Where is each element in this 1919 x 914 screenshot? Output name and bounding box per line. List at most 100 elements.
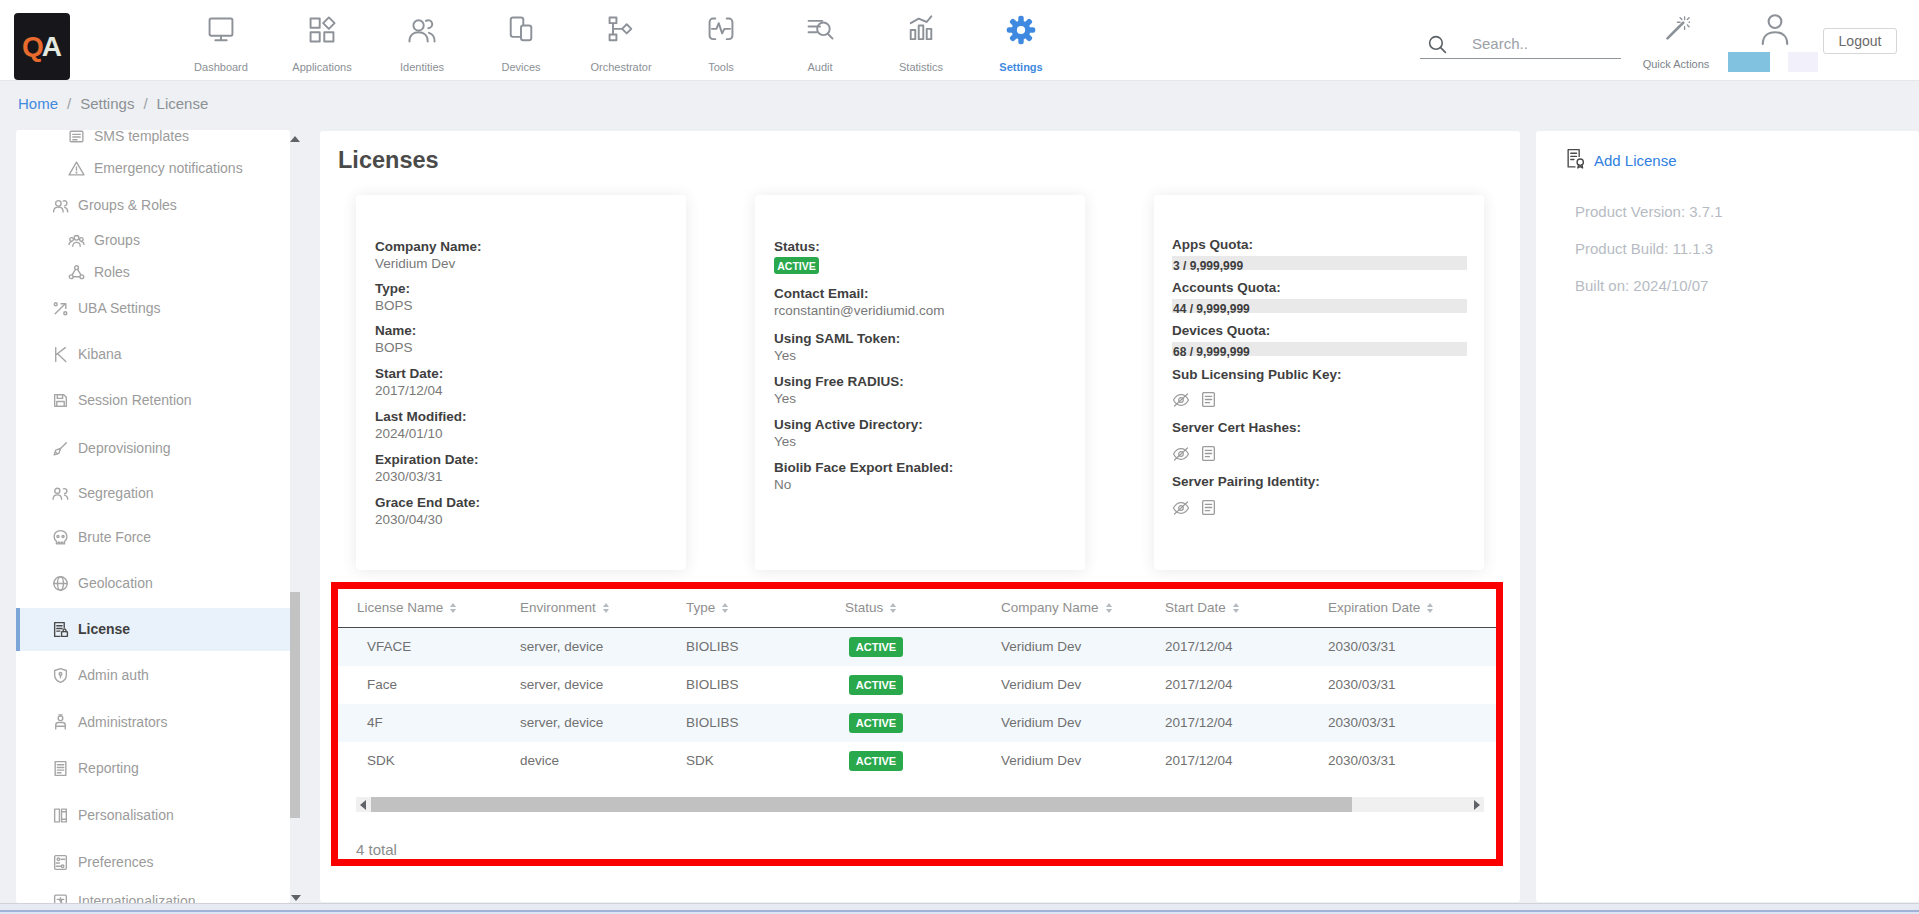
app-logo[interactable]: QA xyxy=(14,13,70,80)
breadcrumb: Home/Settings/License xyxy=(18,95,208,112)
field-label: Name: xyxy=(375,323,416,339)
internationalization-icon xyxy=(52,893,69,903)
skull-icon xyxy=(52,529,69,546)
breadcrumb-home[interactable]: Home xyxy=(18,95,58,112)
nav-item-tools[interactable]: Tools xyxy=(666,14,776,73)
sidebar-item-preferences[interactable]: Preferences xyxy=(16,847,290,877)
add-license-button[interactable]: Add License xyxy=(1566,148,1677,173)
field-value: 2030/04/30 xyxy=(375,512,480,528)
settings-gear-icon xyxy=(1005,14,1037,50)
field-label: Grace End Date: xyxy=(375,495,480,511)
status-badge: ACTIVE xyxy=(774,257,819,274)
report-icon xyxy=(52,760,69,777)
logout-button[interactable]: Logout xyxy=(1823,28,1897,54)
sidebar-item-emergency-notifications[interactable]: Emergency notifications xyxy=(16,153,290,183)
administrator-icon xyxy=(52,714,69,731)
nav-item-dashboard[interactable]: Dashboard xyxy=(166,14,276,73)
eye-slash-icon[interactable] xyxy=(1172,392,1190,412)
field-label: Last Modified: xyxy=(375,409,467,425)
field-label: Company Name: xyxy=(375,239,482,255)
sms-templates-icon xyxy=(68,130,85,145)
roles-icon xyxy=(68,264,85,281)
search-input[interactable]: Search.. xyxy=(1472,35,1528,52)
tools-icon xyxy=(705,14,737,50)
field-value: 2024/01/10 xyxy=(375,426,467,442)
apps-quota-bar: 3 / 9,999,999 xyxy=(1172,256,1467,270)
warning-triangle-icon xyxy=(68,160,85,177)
license-icon xyxy=(52,621,69,638)
kibana-icon xyxy=(52,346,69,363)
license-status-card: Status: ACTIVE Contact Email:rconstantin… xyxy=(755,195,1085,570)
sidebar-scroll-down-arrow[interactable] xyxy=(291,895,301,901)
nav-item-audit[interactable]: Audit xyxy=(765,14,875,73)
sidebar-item-license[interactable]: License xyxy=(16,608,290,651)
sidebar-item-segregation[interactable]: Segregation xyxy=(16,478,290,508)
nav-item-orchestrator[interactable]: Orchestrator xyxy=(566,14,676,73)
groups-roles-icon xyxy=(52,197,69,214)
sidebar-item-uba-settings[interactable]: UBA Settings xyxy=(16,293,290,323)
eye-slash-icon[interactable] xyxy=(1172,500,1190,520)
right-panel: Add License Product Version: 3.7.1 Produ… xyxy=(1536,131,1919,902)
devices-icon xyxy=(505,14,537,50)
nav-item-devices[interactable]: Devices xyxy=(466,14,576,73)
copy-icon[interactable] xyxy=(1201,391,1216,412)
built-on: Built on: 2024/10/07 xyxy=(1575,277,1708,294)
sidebar-item-session-retention[interactable]: Session Retention xyxy=(16,385,290,415)
search-underline xyxy=(1420,58,1621,59)
nav-item-settings[interactable]: Settings xyxy=(966,14,1076,73)
nav-item-identities[interactable]: Identities xyxy=(367,14,477,73)
segregation-icon xyxy=(52,485,69,502)
eye-slash-icon[interactable] xyxy=(1172,446,1190,466)
save-disk-icon xyxy=(52,392,69,409)
sidebar-item-sms-templates[interactable]: SMS templates xyxy=(16,130,290,151)
field-value: BOPS xyxy=(375,298,413,314)
search-icon[interactable] xyxy=(1427,34,1448,59)
sidebar-item-personalisation[interactable]: Personalisation xyxy=(16,800,290,830)
user-avatar-icon[interactable] xyxy=(1760,12,1790,50)
language-swatch-light[interactable] xyxy=(1788,52,1818,72)
settings-sidebar: SMS templates Emergency notifications Gr… xyxy=(16,130,290,903)
sidebar-item-deprovisioning[interactable]: Deprovisioning xyxy=(16,433,290,463)
sidebar-item-groups-roles[interactable]: Groups & Roles xyxy=(16,190,290,220)
breadcrumb-license: License xyxy=(157,95,209,112)
breadcrumb-settings[interactable]: Settings xyxy=(80,95,134,112)
field-value: 2030/03/31 xyxy=(375,469,479,485)
sidebar-item-groups[interactable]: Groups xyxy=(16,225,290,255)
uba-settings-icon xyxy=(52,300,69,317)
magic-wand-icon xyxy=(1663,15,1690,46)
groups-icon xyxy=(68,232,85,249)
field-label: Start Date: xyxy=(375,366,443,382)
language-swatch-blue[interactable] xyxy=(1728,52,1770,72)
copy-icon[interactable] xyxy=(1201,445,1216,466)
annotation-highlight-rectangle xyxy=(331,582,1503,866)
nav-item-applications[interactable]: Applications xyxy=(267,14,377,73)
devices-quota-bar: 68 / 9,999,999 xyxy=(1172,342,1467,356)
broom-icon xyxy=(52,440,69,457)
sidebar-item-internationalization[interactable]: Internationalization xyxy=(16,886,290,903)
globe-icon xyxy=(52,575,69,592)
copy-icon[interactable] xyxy=(1201,499,1216,520)
sidebar-scroll-up-arrow[interactable] xyxy=(290,136,300,142)
product-build: Product Build: 11.1.3 xyxy=(1575,240,1713,257)
quota-card: Apps Quota: 3 / 9,999,999 Accounts Quota… xyxy=(1154,195,1484,570)
field-label: Type: xyxy=(375,281,413,297)
field-value: BOPS xyxy=(375,340,416,356)
sidebar-item-kibana[interactable]: Kibana xyxy=(16,339,290,369)
quick-actions-button[interactable]: Quick Actions xyxy=(1640,15,1712,70)
sidebar-scrollbar-thumb[interactable] xyxy=(290,592,300,818)
sidebar-item-admin-auth[interactable]: Admin auth xyxy=(16,660,290,690)
nav-item-statistics[interactable]: Statistics xyxy=(866,14,976,73)
identities-icon xyxy=(406,14,438,50)
sidebar-item-brute-force[interactable]: Brute Force xyxy=(16,522,290,552)
add-license-icon xyxy=(1566,148,1585,173)
window-bottom-edge xyxy=(0,903,1919,914)
sidebar-item-geolocation[interactable]: Geolocation xyxy=(16,568,290,598)
sidebar-item-administrators[interactable]: Administrators xyxy=(16,707,290,737)
sidebar-item-roles[interactable]: Roles xyxy=(16,257,290,287)
field-value: Veridium Dev xyxy=(375,256,482,272)
license-info-card: Company Name:Veridium Dev Type:BOPS Name… xyxy=(356,195,686,570)
sidebar-item-reporting[interactable]: Reporting xyxy=(16,753,290,783)
orchestrator-icon xyxy=(605,14,637,50)
product-version: Product Version: 3.7.1 xyxy=(1575,203,1723,220)
shield-lock-icon xyxy=(52,667,69,684)
